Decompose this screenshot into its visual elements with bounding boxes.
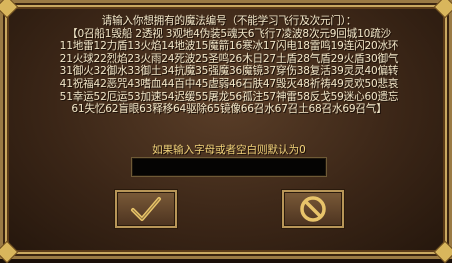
ok-button[interactable]: [115, 190, 177, 228]
corner-ornament: [433, 240, 452, 263]
message-line: 21火球22烈焰23火雨24死波25圣鸣26木日27土盾28气盾29火盾30御气: [59, 52, 399, 65]
cancel-button[interactable]: [282, 190, 344, 228]
prohibited-icon: [300, 196, 326, 222]
message-line: 61失忆62盲眼63释移64驱除65镜像66召水67召土68召水69召气】: [71, 103, 387, 116]
dialog-message: 请输入你想拥有的魔法编号（不能学习飞行及次元门）： 【0召船1毁船 2透视 3观…: [13, 15, 445, 116]
magic-number-input[interactable]: [131, 157, 327, 177]
message-line: 【0召船1毁船 2透视 3观地4伪装5魂天6飞行7凌波8次元9回城10疏沙: [67, 27, 391, 40]
message-line: 11地雷12力盾13火焰14地波15魔箭16寒冰17闪电18雷鸣19连闪20冰环: [59, 40, 399, 53]
message-line: 41祝福42恶咒43嗜血44百中45虚弱46石肤47毁灭48祈祷49灵欢50悲哀: [59, 77, 399, 90]
corner-ornament: [0, 240, 19, 263]
default-value-hint: 如果输入字母或者空白则默认为0: [152, 144, 306, 156]
message-line-prompt: 请输入你想拥有的魔法编号（不能学习飞行及次元门）：: [101, 15, 357, 27]
magic-select-dialog: 请输入你想拥有的魔法编号（不能学习飞行及次元门）： 【0召船1毁船 2透视 3观…: [0, 0, 452, 263]
checkmark-icon: [131, 197, 161, 221]
message-line: 51幸运52厄运53加速54迟缓55屠龙56孤注57神雷58反戈59迷心60遗忘: [59, 90, 399, 103]
message-line: 31御火32御水33御土34抗魔35强魔36魔镜37穿伤38复活39灵灵40偏转: [59, 65, 399, 78]
